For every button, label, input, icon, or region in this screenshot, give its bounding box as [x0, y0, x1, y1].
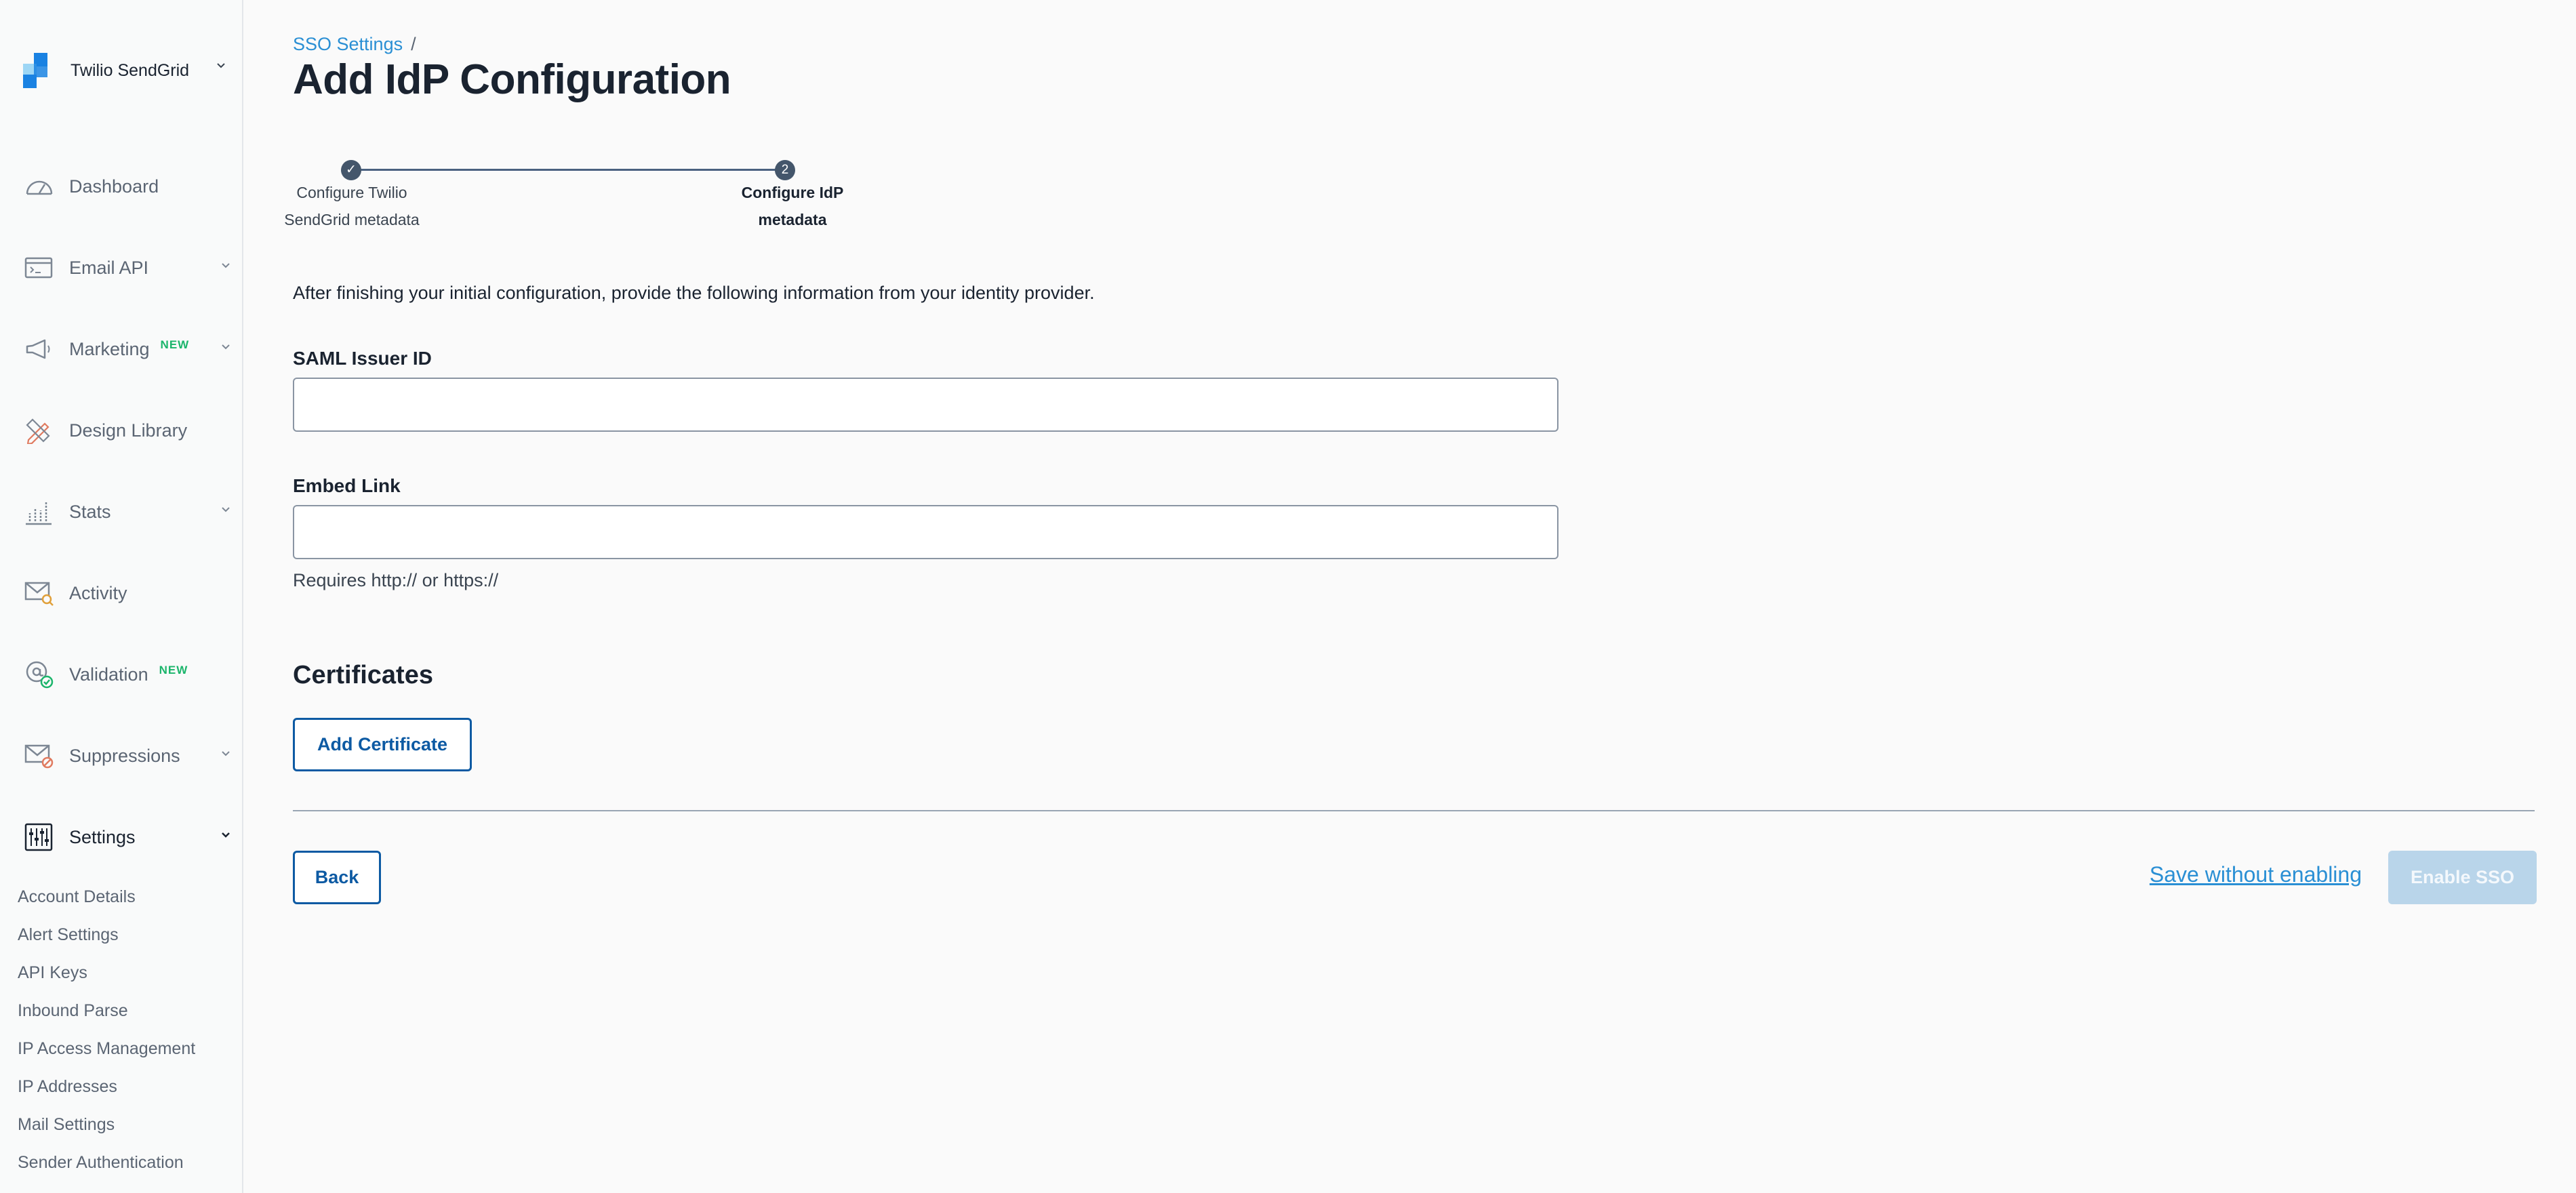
speedometer-icon [24, 170, 57, 203]
sidebar-item-design-library[interactable]: Design Library [24, 412, 231, 449]
account-name: Twilio SendGrid [71, 60, 190, 80]
breadcrumb-link-sso-settings[interactable]: SSO Settings [293, 34, 403, 54]
sidebar-subitem-mail-settings[interactable]: Mail Settings [18, 1115, 115, 1135]
sidebar-item-settings[interactable]: Settings [24, 819, 231, 855]
embed-link-label: Embed Link [293, 475, 401, 496]
sliders-icon [24, 821, 57, 853]
embed-link-help-text: Requires http:// or https:// [293, 570, 499, 590]
envelope-blocked-icon [24, 740, 57, 772]
sidebar-item-label: Marketing [69, 338, 150, 359]
sidebar-item-dashboard[interactable]: Dashboard [24, 168, 231, 205]
sidebar-subitem-account-details[interactable]: Account Details [18, 887, 136, 907]
add-certificate-button[interactable]: Add Certificate [293, 718, 472, 771]
sidebar-subitem-inbound-parse[interactable]: Inbound Parse [18, 1001, 128, 1021]
sidebar-subitem-ip-access-management[interactable]: IP Access Management [18, 1039, 195, 1059]
sidebar-item-label: Email API [69, 257, 149, 278]
sidebar: Twilio SendGrid Dashboard Email API Mark… [0, 0, 243, 1193]
megaphone-icon [24, 333, 57, 365]
sidebar-item-label: Dashboard [69, 176, 159, 197]
chevron-down-icon [220, 830, 231, 843]
main-content: SSO Settings / Add IdP Configuration ✓ Co… [284, 0, 2537, 1193]
chevron-down-icon [220, 342, 231, 355]
step-1-label: Configure Twilio SendGrid metadata [284, 184, 420, 228]
sidebar-item-suppressions[interactable]: Suppressions [24, 737, 231, 774]
sidebar-item-activity[interactable]: Activity [24, 575, 231, 611]
chevron-down-icon [220, 505, 231, 517]
sidebar-subitem-ip-addresses[interactable]: IP Addresses [18, 1077, 117, 1097]
step-2-label: Configure IdP metadata [741, 184, 844, 228]
pencil-ruler-icon [24, 414, 57, 447]
sidebar-item-label: Settings [69, 826, 136, 847]
stepper: ✓ Configure Twilio SendGrid metadata 2 C… [284, 155, 903, 236]
sidebar-item-label: Validation [69, 664, 148, 685]
bar-chart-icon [24, 496, 57, 528]
stepper-connector [351, 169, 778, 171]
new-badge: NEW [160, 338, 190, 351]
account-switcher[interactable]: Twilio SendGrid [23, 52, 226, 89]
sidebar-item-email-api[interactable]: Email API [24, 249, 231, 286]
intro-text: After finishing your initial configurati… [293, 283, 1095, 303]
sidebar-subitem-alert-settings[interactable]: Alert Settings [18, 925, 119, 945]
new-badge: NEW [159, 664, 188, 676]
sidebar-item-validation[interactable]: Validation NEW [24, 656, 231, 693]
envelope-search-icon [24, 577, 57, 609]
sidebar-item-label: Stats [69, 501, 111, 522]
breadcrumb-separator: / [411, 34, 416, 54]
sidebar-item-stats[interactable]: Stats [24, 493, 231, 530]
code-window-icon [24, 251, 57, 284]
sidebar-item-label: Suppressions [69, 745, 180, 766]
page-title: Add IdP Configuration [293, 56, 731, 103]
sidebar-item-label: Design Library [69, 420, 188, 441]
back-button[interactable]: Back [293, 851, 381, 904]
saml-issuer-label: SAML Issuer ID [293, 348, 432, 369]
save-without-enabling-link[interactable]: Save without enabling [2150, 862, 2362, 887]
saml-issuer-input[interactable] [293, 378, 1558, 432]
sidebar-item-label: Activity [69, 582, 127, 603]
embed-link-input[interactable] [293, 505, 1558, 559]
sendgrid-logo-icon [23, 53, 58, 88]
sidebar-subitem-sender-authentication[interactable]: Sender Authentication [18, 1153, 184, 1173]
chevron-down-icon [220, 261, 231, 273]
chevron-down-icon [216, 61, 226, 73]
step-2-indicator: 2 [775, 160, 795, 180]
enable-sso-button[interactable]: Enable SSO [2388, 851, 2537, 904]
sidebar-subitem-api-keys[interactable]: API Keys [18, 963, 87, 983]
certificates-heading: Certificates [293, 661, 433, 689]
chevron-down-icon [220, 749, 231, 761]
step-1-check-icon: ✓ [341, 160, 361, 180]
at-check-icon [24, 658, 57, 691]
sidebar-item-marketing[interactable]: Marketing NEW [24, 331, 231, 367]
breadcrumb: SSO Settings / [293, 34, 416, 55]
footer-divider [293, 810, 2535, 811]
